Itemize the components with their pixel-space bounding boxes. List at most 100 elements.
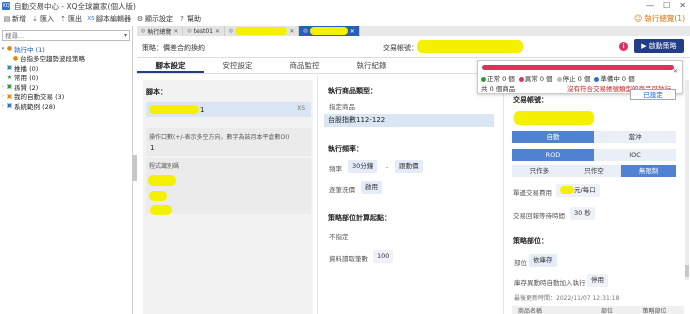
script-editor-icon: XS bbox=[87, 15, 95, 22]
total-products: 共 0 個商品 bbox=[481, 85, 516, 93]
strategy-tree: ▾ ● 執行中 (1) ● 台指多空趨勢波段策略 ▣ 推播 (0) ★ 常用 (… bbox=[0, 44, 132, 111]
sidebar-splitter[interactable] bbox=[133, 155, 137, 181]
tab-risk-settings[interactable]: 安控設定 bbox=[204, 58, 271, 73]
param-value-redacted[interactable] bbox=[149, 191, 167, 201]
tree-label: 常用 (0) bbox=[14, 74, 39, 83]
display-settings-button[interactable]: ⚙ 顯示設定 bbox=[136, 14, 173, 24]
tab-script-settings[interactable]: 腳本設定 bbox=[137, 58, 204, 73]
display-settings-icon: ⚙ bbox=[136, 14, 144, 23]
fee-label: 單邊交易費用 bbox=[513, 189, 552, 197]
position-select[interactable]: 依庫存 bbox=[529, 254, 557, 267]
tree-item-my-auto-trade[interactable]: › ▣ 我的自動交易 (3) bbox=[0, 92, 132, 102]
product-input[interactable]: 台股指數112-122 bbox=[324, 114, 494, 127]
freq-select[interactable]: 30分鐘 bbox=[348, 160, 378, 173]
freq-mode-select[interactable]: 跟動價 bbox=[395, 160, 423, 173]
fee-input[interactable]: 元/每口 bbox=[556, 184, 600, 197]
tree-item-system-examples[interactable]: › ▣ 系統範例 (28) bbox=[0, 101, 132, 111]
tab-label: test01 bbox=[193, 27, 213, 35]
tab-product-monitor[interactable]: 商品監控 bbox=[271, 58, 338, 73]
status-bar bbox=[482, 65, 674, 70]
app-window: XQ 自動交易中心 - XQ全球贏家(個人版) — ☐ ✕ ▤ 新增 ⇣ 匯入 ⇡ 匯… bbox=[0, 0, 690, 314]
tab-exec-log[interactable]: 執行紀錄 bbox=[338, 58, 405, 73]
script-selector[interactable]: 1 XS bbox=[146, 102, 311, 117]
script-editor-label: 腳本編輯器 bbox=[96, 14, 131, 23]
param-value-redacted[interactable] bbox=[150, 205, 172, 215]
status-legend: 正常 0 個 異常 0 個 停止 0 個 準備中 0 個 bbox=[481, 73, 635, 83]
vertical-scrollbar[interactable] bbox=[685, 80, 689, 280]
export-label: 匯出 bbox=[68, 14, 82, 23]
sidebar: ▾ ▾ ● 執行中 (1) ● 台指多空趨勢波段策略 ▣ 推播 (0) ★ 常用… bbox=[0, 26, 133, 314]
product-sub-label: 指定商品 bbox=[329, 103, 355, 111]
import-icon: ⇣ bbox=[32, 14, 38, 23]
fee-value-redacted bbox=[560, 186, 574, 194]
new-label: 新增 bbox=[12, 14, 26, 23]
start-calc-label: 策略部位計算起點： bbox=[328, 214, 391, 222]
lot-param: 操作口數(+/-表示多空方向，數字為該月本平倉數OI) 1 bbox=[146, 128, 311, 156]
tree-item-strategy[interactable]: ● 台指多空趨勢波段策略 bbox=[0, 54, 132, 64]
tab-redacted-1[interactable]: ◎ ✕ bbox=[225, 26, 300, 36]
intrabar-toggle[interactable]: 啟用 bbox=[361, 181, 382, 194]
tree-label: 系統範例 (28) bbox=[14, 102, 56, 111]
tree-item-push[interactable]: ▣ 推播 (0) bbox=[0, 63, 132, 73]
lot-label: 操作口數(+/-表示多空方向，數字為該月本平倉數OI) bbox=[149, 134, 290, 141]
tab-redacted-active[interactable]: ◎ ✕ bbox=[299, 26, 360, 36]
tree-item-group[interactable]: › ▣ 孫賢 (2) bbox=[0, 82, 132, 92]
exec-summary-button[interactable]: ☺ 執行總覽(1) bbox=[634, 13, 685, 24]
new-button[interactable]: ▤ 新增 bbox=[3, 14, 26, 24]
tree-item-favorites[interactable]: ★ 常用 (0) bbox=[0, 73, 132, 83]
maximize-icon[interactable]: ☐ bbox=[663, 1, 670, 10]
help-label: 幫助 bbox=[187, 14, 201, 23]
bars-input[interactable]: 100 bbox=[373, 250, 394, 263]
param-value-redacted[interactable] bbox=[148, 175, 176, 186]
order-type-ioc[interactable]: IOC bbox=[594, 149, 676, 161]
tree-label: 我的自動交易 (3) bbox=[14, 93, 65, 102]
fee-unit: 元/每口 bbox=[574, 186, 596, 194]
search-dropdown-icon[interactable]: ▾ bbox=[124, 32, 127, 39]
last-updated: 最後更新時間：2022/11/07 12:31:18 bbox=[514, 295, 620, 302]
panel-divider bbox=[503, 76, 504, 314]
edit-settings-button[interactable]: 已設定 bbox=[630, 89, 676, 100]
tree-item-running[interactable]: ▾ ● 執行中 (1) bbox=[0, 44, 132, 54]
scrollbar-thumb[interactable] bbox=[685, 265, 689, 277]
close-icon[interactable]: ✕ bbox=[679, 1, 686, 10]
order-type-rod[interactable]: ROD bbox=[512, 149, 594, 161]
status-error: 異常 0 個 bbox=[518, 73, 553, 83]
script-editor-button[interactable]: XS 腳本編輯器 bbox=[87, 14, 131, 24]
close-icon[interactable]: ✕ bbox=[673, 68, 678, 75]
lot-value[interactable]: 1 bbox=[150, 144, 154, 152]
close-icon[interactable]: ✕ bbox=[289, 28, 294, 35]
order-mode-auto[interactable]: 自動 bbox=[512, 131, 594, 143]
search-input[interactable] bbox=[5, 31, 115, 40]
tab-exec-summary[interactable]: ◎ 執行總覽 ✕ bbox=[137, 26, 184, 36]
window-controls: — ☐ ✕ bbox=[646, 1, 686, 10]
sidebar-search[interactable]: ▾ bbox=[2, 30, 130, 41]
tab-test01[interactable]: ◎ test01 ✕ bbox=[183, 26, 225, 36]
account-value-redacted[interactable] bbox=[417, 40, 523, 53]
direction-short-only[interactable]: 只作空 bbox=[566, 165, 622, 177]
tab-icon: ◎ bbox=[187, 28, 192, 34]
strategy-name: 策略：價差合約換約 bbox=[142, 44, 205, 52]
import-button[interactable]: ⇣ 匯入 bbox=[31, 14, 54, 24]
export-button[interactable]: ⇡ 匯出 bbox=[59, 14, 82, 24]
direction-unlimited[interactable]: 無限制 bbox=[621, 165, 677, 177]
help-button[interactable]: ? 幫助 bbox=[178, 14, 201, 24]
inventory-toggle[interactable]: 停用 bbox=[587, 274, 608, 287]
order-mode-daytrade[interactable]: 當沖 bbox=[594, 131, 676, 143]
order-panel: 交易帳號： 自動 當沖 ROD IOC 只作多 只作空 無限制 單邊交易費用 元… bbox=[506, 76, 690, 314]
info-icon[interactable]: i bbox=[619, 42, 628, 51]
start-strategy-button[interactable]: ▶ 啟動策略 bbox=[634, 39, 684, 53]
account-select-redacted[interactable] bbox=[514, 111, 594, 125]
direction-long-only[interactable]: 只作多 bbox=[512, 165, 567, 177]
start-calc-value[interactable]: 不指定 bbox=[329, 231, 349, 241]
wait-input[interactable]: 30 秒 bbox=[570, 207, 595, 220]
folder-icon: ▣ bbox=[6, 83, 13, 91]
tree-label: 孫賢 (2) bbox=[14, 83, 39, 92]
close-icon[interactable]: ✕ bbox=[173, 28, 178, 35]
close-icon[interactable]: ✕ bbox=[215, 28, 220, 35]
minimize-icon[interactable]: — bbox=[646, 1, 654, 10]
title-bar: XQ 自動交易中心 - XQ全球贏家(個人版) — ☐ ✕ bbox=[0, 0, 690, 12]
close-icon[interactable]: ✕ bbox=[350, 28, 355, 35]
freq-label: 執行頻率： bbox=[328, 145, 363, 153]
xs-script-icon[interactable]: XS bbox=[297, 105, 305, 112]
status-error-label: 異常 0 個 bbox=[524, 75, 553, 83]
